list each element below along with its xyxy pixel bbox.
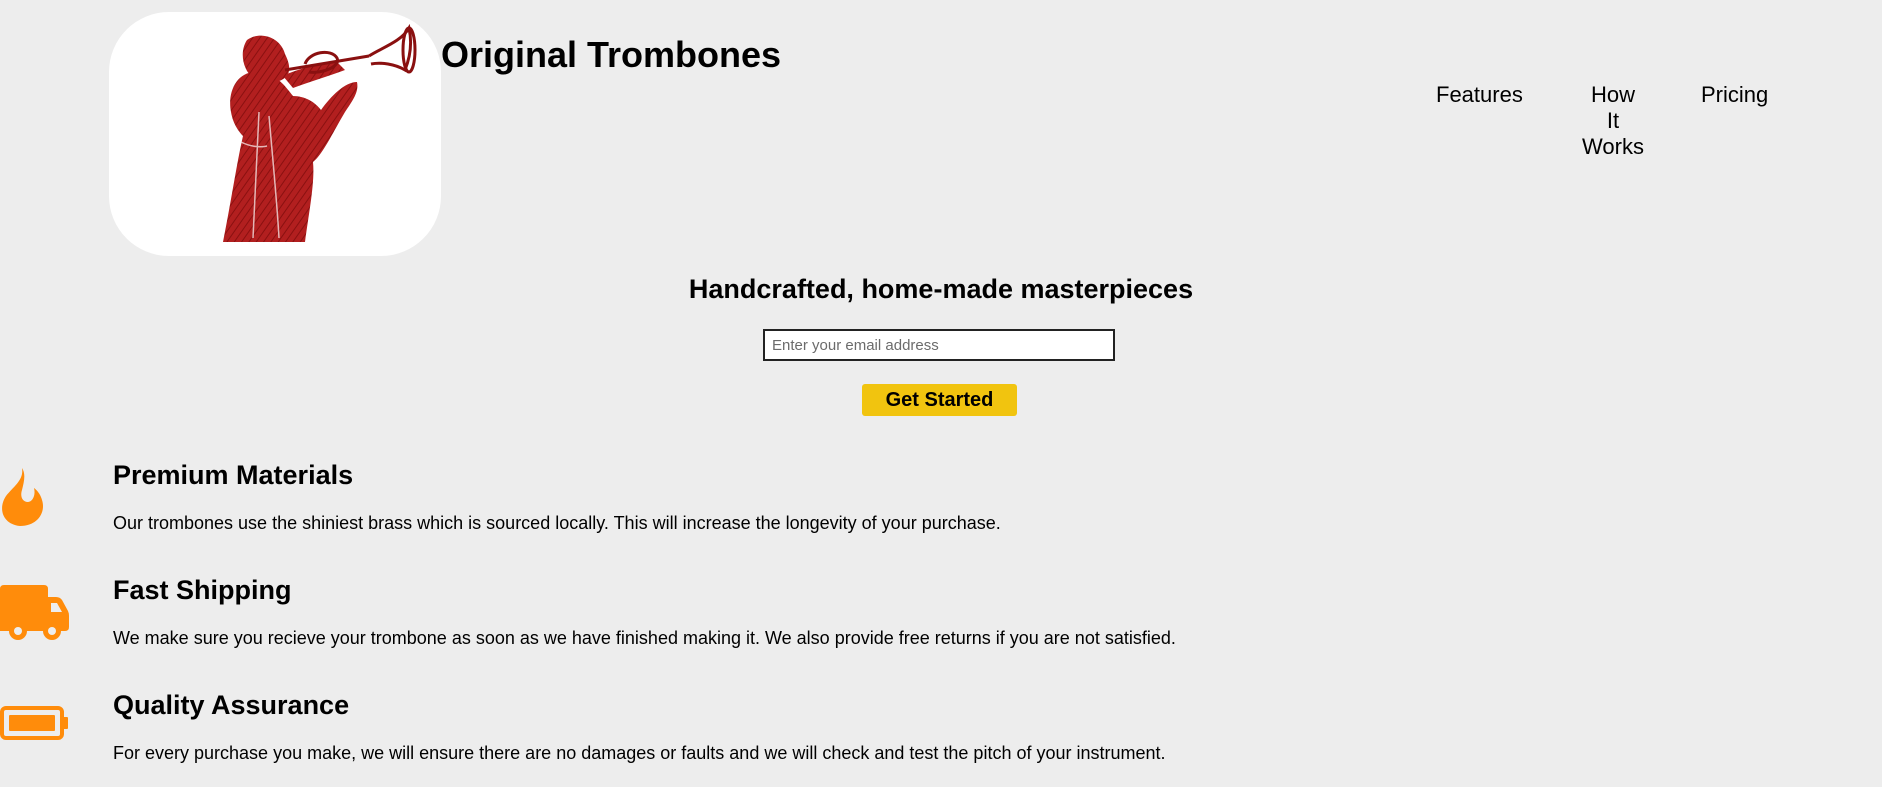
feature-title: Quality Assurance [113, 690, 350, 720]
email-input[interactable] [763, 329, 1115, 361]
hero-title: Handcrafted, home-made masterpieces [688, 274, 1194, 304]
nav-link-how-it-works[interactable]: How It Works [1579, 82, 1647, 160]
logo[interactable] [109, 12, 441, 256]
truck-icon [0, 585, 69, 640]
feature-title: Fast Shipping [113, 575, 292, 605]
feature-description: Our trombones use the shiniest brass whi… [113, 513, 1001, 533]
site-title: Original Trombones [441, 34, 782, 75]
feature-description: We make sure you recieve your trombone a… [113, 628, 1176, 648]
feature-description: For every purchase you make, we will ens… [113, 743, 1166, 763]
feature-title: Premium Materials [113, 460, 354, 490]
main-nav: Features How It Works Pricing [1400, 82, 1800, 172]
get-started-button[interactable]: Get Started [862, 384, 1017, 416]
feature-item-quality-assurance: Quality Assurance For every purchase you… [0, 690, 1882, 787]
nav-link-how-it-works-line-2: It [1606, 108, 1620, 133]
landing-page: Original Trombones Features How It Works… [0, 0, 1882, 787]
nav-link-features[interactable]: Features [1436, 82, 1523, 108]
feature-item-premium-materials: Premium Materials Our trombones use the … [0, 460, 1882, 570]
nav-link-pricing[interactable]: Pricing [1701, 82, 1768, 108]
fire-icon [2, 468, 44, 526]
nav-link-how-it-works-line-1: How [1590, 82, 1635, 107]
battery-icon [0, 706, 68, 740]
nav-link-how-it-works-line-3: Works [1582, 134, 1644, 159]
feature-item-fast-shipping: Fast Shipping We make sure you recieve y… [0, 575, 1882, 685]
trumpet-player-logo-icon [223, 23, 417, 242]
